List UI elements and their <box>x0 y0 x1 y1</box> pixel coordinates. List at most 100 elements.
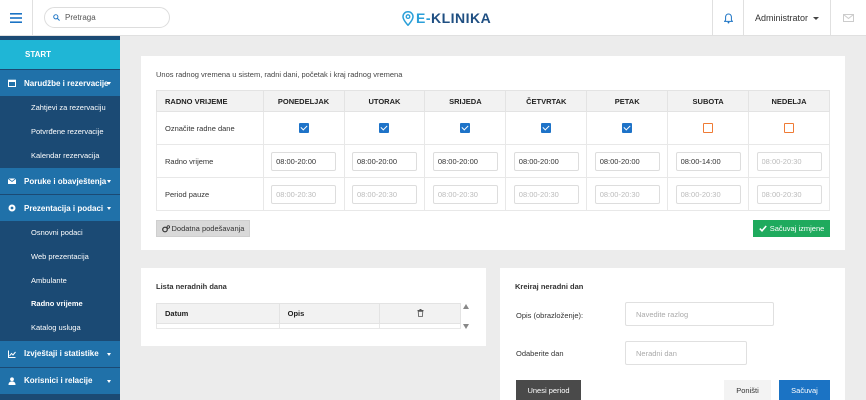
working-hours-input[interactable] <box>594 151 660 171</box>
sidebar-item-service-catalog[interactable]: Katalog usluga <box>0 316 120 340</box>
workday-checkbox[interactable] <box>541 123 552 133</box>
sidebar-section-reports[interactable]: Izvještaji i statistike <box>0 339 120 367</box>
search-icon <box>53 14 60 21</box>
column-header-day: SRIJEDA <box>424 90 507 112</box>
top-bar: E-KLINIKA Administrator <box>0 0 866 36</box>
panel-title: Kreiraj neradni dan <box>515 282 584 291</box>
sidebar-item-clinics[interactable]: Ambulante <box>0 268 120 292</box>
date-input[interactable] <box>625 341 747 365</box>
column-header-day: PETAK <box>586 90 669 112</box>
row-label: Radno vrijeme <box>156 144 264 178</box>
working-hours-input[interactable] <box>675 151 741 171</box>
sidebar-item-working-hours[interactable]: Radno vrijeme <box>0 292 120 316</box>
working-hours-input[interactable] <box>351 151 417 171</box>
save-button[interactable]: Sačuvaj <box>779 380 830 400</box>
reason-label: Opis (obrazloženje): <box>516 311 584 320</box>
workday-checkbox[interactable] <box>703 123 714 133</box>
pause-input[interactable] <box>513 184 579 204</box>
search-box[interactable] <box>44 7 170 28</box>
pause-input[interactable] <box>594 184 660 204</box>
hamburger-icon <box>10 13 22 23</box>
bell-icon <box>723 12 733 23</box>
working-hours-input[interactable] <box>271 151 337 171</box>
nonworking-days-panel: Lista neradnih dana Datum Opis <box>141 268 486 346</box>
pause-input[interactable] <box>432 184 498 204</box>
scroll-down-icon[interactable] <box>463 324 469 329</box>
sidebar-section-label: Izvještaji i statistike <box>24 349 99 358</box>
save-changes-button[interactable]: Sačuvaj izmjene <box>753 220 830 237</box>
mail-icon <box>8 177 16 185</box>
check-icon <box>758 225 767 232</box>
chevron-down-icon <box>107 180 111 184</box>
reason-input[interactable] <box>625 302 774 326</box>
logo-text: KLINIKA <box>431 10 492 26</box>
delete-column-header <box>379 303 461 324</box>
enter-period-button[interactable]: Unesi period <box>516 380 581 400</box>
pause-input[interactable] <box>271 184 337 204</box>
cancel-button[interactable]: Poništi <box>724 380 771 400</box>
trash-icon[interactable] <box>417 308 424 317</box>
location-pin-icon <box>402 10 414 26</box>
sidebar-item-reservation-calendar[interactable]: Kalendar rezervacija <box>0 143 120 167</box>
pause-input[interactable] <box>351 184 417 204</box>
chevron-down-icon <box>107 82 111 85</box>
workday-checkbox[interactable] <box>784 123 795 133</box>
sidebar-section-label: Poruke i obavještenja <box>24 176 107 186</box>
column-header-day: NEDELJA <box>748 90 830 112</box>
calendar-icon <box>8 79 16 87</box>
sidebar-section-messages[interactable]: Poruke i obavještenja <box>0 167 120 195</box>
row-label: Označite radne dane <box>156 111 264 145</box>
scroll-up-icon[interactable] <box>463 304 469 309</box>
mail-icon <box>843 14 854 22</box>
column-header-day: PONEDELJAK <box>262 90 345 112</box>
messages-button[interactable] <box>830 0 866 36</box>
pause-input[interactable] <box>675 184 741 204</box>
advanced-settings-button[interactable]: Dodatna podešavanja <box>156 220 250 237</box>
sidebar-item-start[interactable]: START <box>0 40 120 69</box>
sidebar-section-presentation[interactable]: Prezentacija i podaci <box>0 194 120 222</box>
panel-title: Unos radnog vremena u sistem, radni dani… <box>156 70 403 79</box>
sidebar-item-basic-data[interactable]: Osnovni podaci <box>0 221 120 245</box>
column-header-day: UTORAK <box>343 90 426 112</box>
notifications-button[interactable] <box>712 0 744 36</box>
workdays-row: Označite radne dane <box>156 111 830 145</box>
date-label: Odaberite dan <box>516 349 564 358</box>
chevron-down-icon <box>107 379 111 383</box>
sidebar-section-label: Prezentacija i podaci <box>24 203 104 213</box>
sidebar-item-confirmed-reservations[interactable]: Potvrđene rezervacije <box>0 120 120 144</box>
create-nonworking-day-panel: Kreiraj neradni dan Opis (obrazloženje):… <box>500 268 845 400</box>
table-row <box>156 323 461 329</box>
app-logo[interactable]: E-KLINIKA <box>402 8 491 28</box>
workday-checkbox[interactable] <box>622 123 633 133</box>
row-label: Period pauze <box>156 177 264 211</box>
working-hours-input[interactable] <box>513 151 579 171</box>
working-hours-input[interactable] <box>756 151 822 171</box>
sidebar-section-users[interactable]: Korisnici i relacije <box>0 366 120 394</box>
sidebar-item-web-presentation[interactable]: Web prezentacija <box>0 245 120 269</box>
working-hours-panel: Unos radnog vremena u sistem, radni dani… <box>141 56 845 250</box>
search-input[interactable] <box>65 13 160 22</box>
schedule-table: RADNO VRIJEME PONEDELJAK UTORAK SRIJEDA … <box>156 90 830 211</box>
menu-toggle-button[interactable] <box>0 0 33 36</box>
chevron-down-icon <box>107 352 111 356</box>
user-menu[interactable]: Administrator <box>744 0 830 36</box>
nonworking-days-table: Datum Opis <box>156 303 461 329</box>
column-header-date: Datum <box>156 303 280 324</box>
chevron-down-icon <box>107 207 111 211</box>
hours-row: Radno vrijeme <box>156 144 830 178</box>
workday-checkbox[interactable] <box>298 123 309 133</box>
schedule-header-row: RADNO VRIJEME PONEDELJAK UTORAK SRIJEDA … <box>156 90 830 112</box>
working-hours-input[interactable] <box>432 151 498 171</box>
sidebar-section-label: Narudžbe i rezervacije <box>24 78 109 88</box>
sidebar-item-reservation-requests[interactable]: Zahtjevi za rezervaciju <box>0 96 120 120</box>
pause-input[interactable] <box>756 184 822 204</box>
panel-title: Lista neradnih dana <box>156 282 227 291</box>
workday-checkbox[interactable] <box>379 123 390 133</box>
globe-icon <box>8 204 16 212</box>
advanced-settings-label: Dodatna podešavanja <box>171 224 245 233</box>
sidebar-section-reservations[interactable]: Narudžbe i rezervacije <box>0 69 120 96</box>
gears-icon <box>161 224 170 232</box>
workday-checkbox[interactable] <box>460 123 471 133</box>
column-header-day: ČETVRTAK <box>505 90 588 112</box>
table-header-row: Datum Opis <box>156 303 461 324</box>
